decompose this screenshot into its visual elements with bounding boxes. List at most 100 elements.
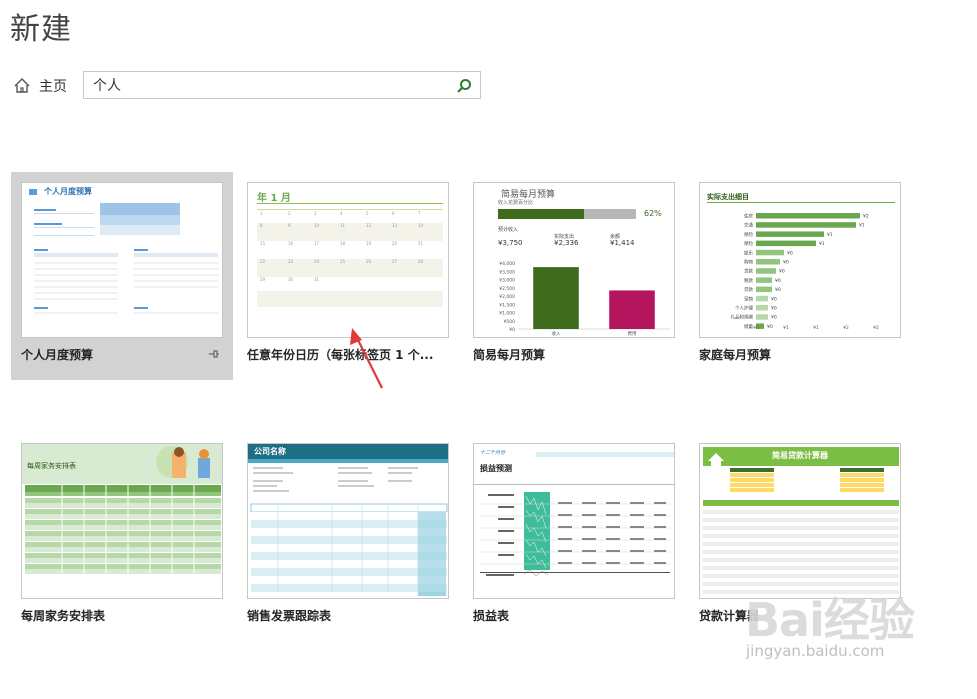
search-icon[interactable] [456,78,472,94]
home-button[interactable]: 主页 [13,76,67,96]
svg-text:23: 23 [288,259,294,264]
svg-text:4: 4 [340,211,343,216]
svg-text:24: 24 [314,259,320,264]
bar [756,268,776,274]
bar [609,290,655,329]
y-tick-label: ¥3,000 [499,278,515,284]
invoice-preview [248,444,448,596]
bar [756,286,772,293]
search-input[interactable] [91,76,445,94]
svg-text:5: 5 [366,211,369,216]
loan-calculator-preview [703,447,899,594]
value-label: ¥1 [819,241,825,247]
value-label: ¥0 [779,269,785,275]
bar [756,314,768,320]
bar [756,213,860,219]
svg-text:16: 16 [288,241,294,246]
template-thumbnail: 年 1 月 1234567 8 9 10 11 12 13 14 15 16 17 18 19 20 2… [247,182,449,338]
y-tick-label: ¥0 [509,327,515,333]
value-label: ¥0 [771,296,777,302]
svg-text:30: 30 [288,277,294,282]
calendar-grid: 1234567 8 9 10 11 12 13 14 15 16 17 18 19 20 21 22 23… [257,203,443,307]
category-label: 贷款 [744,286,753,293]
bar [756,305,768,311]
y-tick-label: ¥1,000 [499,311,515,317]
svg-text:12: 12 [366,223,372,228]
search-box[interactable] [83,71,481,99]
tile-name: 每周家务安排表 [21,609,106,623]
template-thumbnail: 公司名称 [247,443,449,599]
x-tick-label: 费用 [628,330,637,337]
tile-name: 销售发票跟踪表 [247,609,332,623]
template-tile-loan-calculator[interactable]: 简易贷款计算器 贷款计算器 [689,433,911,641]
y-tick-label: ¥2,000 [499,294,515,300]
svg-text:17: 17 [314,241,320,246]
bar [756,259,780,265]
thumb-heading: 公司名称 [254,447,286,456]
x-tick-label: 收入 [552,330,561,337]
template-tile-weekly-chores[interactable]: 每周家务安排表 每周家务安排表 [11,433,233,641]
svg-text:22: 22 [260,259,266,264]
family-budget-chart: 住房 ¥2 交通 ¥1 保险 ¥1 保险 ¥1 娱乐 ¥0 购物 ¥0 货款 ¥0 税款 ¥0 贷款 ¥0 宠物 ¥0… [731,213,879,332]
template-tile-calendar[interactable]: 年 1 月 1234567 8 9 10 11 12 13 14 15 16 17 18 19 20 2… [237,172,459,380]
bar [533,267,579,329]
svg-text:2: 2 [288,211,291,216]
category-label: 住房 [744,213,753,220]
template-thumbnail: 简易每月预算 收入花费百分比 62% 预计收入 实际支出 余额 ¥3,750 ¥… [473,182,675,338]
value-label: ¥0 [771,315,777,321]
simple-budget-chart: ¥4,000 ¥3,500 ¥3,000 ¥2,500 ¥2,000 ¥1,500 ¥1,0… [499,261,670,337]
svg-text:10: 10 [314,223,320,228]
pin-icon[interactable] [208,348,220,360]
template-tile-invoice-tracker[interactable]: 公司名称 销售发票跟踪表 [237,433,459,641]
tile-name: 个人月度预算 [21,348,94,362]
template-tile-profit-loss[interactable]: 十二个月份 损益预测 损益表 [463,433,685,641]
y-tick-label: ¥2,500 [499,286,515,292]
x-tick-label: ¥1 [813,325,819,331]
page-title: 新建 [10,12,72,47]
thumb-heading: 每周家务安排表 [27,462,76,470]
x-tick-label: ¥2 [873,325,879,331]
category-label: 购物 [744,259,753,266]
x-tick-label: ¥2 [843,325,849,331]
category-label: 礼品和捐赠 [731,314,754,321]
bar [756,295,768,302]
category-label: 保险 [744,240,753,247]
svg-text:6: 6 [392,211,395,216]
personal-budget-preview [22,189,222,337]
bar [756,240,816,247]
svg-text:11: 11 [340,223,346,228]
profit-loss-preview [474,452,674,577]
svg-text:14: 14 [418,223,424,228]
value-label: ¥0 [783,260,789,266]
home-label: 主页 [39,79,67,95]
value-label: ¥1 [859,223,865,229]
category-label: 保险 [744,231,753,238]
bar [756,277,772,283]
home-icon [14,78,30,93]
value-label: ¥0 [775,287,781,293]
watermark-url: jingyan.baidu.com [746,642,885,660]
svg-text:1: 1 [260,211,263,216]
template-tile-family-budget[interactable]: 实际支出细目 住房 ¥2 交通 ¥1 保险 ¥1 保险 ¥1 娱乐 ¥0 购物 ¥0 货款 ¥0 税款 ¥0 贷… [689,172,911,380]
svg-text:21: 21 [418,241,424,246]
tile-name: 家庭每月预算 [699,348,772,362]
y-tick-label: ¥3,500 [499,269,515,275]
tile-name: 任意年份日历（每张标签页 1 个... [247,348,434,362]
template-tile-simple-budget[interactable]: 简易每月预算 收入花费百分比 62% 预计收入 实际支出 余额 ¥3,750 ¥… [463,172,685,380]
svg-text:25: 25 [340,259,346,264]
bar [756,231,824,237]
value-label: ¥0 [767,324,773,330]
svg-text:13: 13 [392,223,398,228]
bar [756,222,856,228]
category-label: 宠物 [744,295,753,302]
tile-name: 损益表 [473,609,510,623]
thumb-heading: 个人月度预算 [44,187,92,196]
template-tile-personal-budget[interactable]: 个人月度预算 个人月度预算 [11,172,233,380]
tile-name: 贷款计算器 [699,609,760,623]
svg-text:31: 31 [314,277,320,282]
value-label: ¥2 [863,214,869,220]
category-label: 娱乐 [744,249,753,256]
value-label: ¥0 [775,278,781,284]
svg-text:18: 18 [340,241,346,246]
template-thumbnail: 实际支出细目 住房 ¥2 交通 ¥1 保险 ¥1 保险 ¥1 娱乐 ¥0 购物 ¥0 货款 ¥0 税款 ¥0 贷… [699,182,901,338]
